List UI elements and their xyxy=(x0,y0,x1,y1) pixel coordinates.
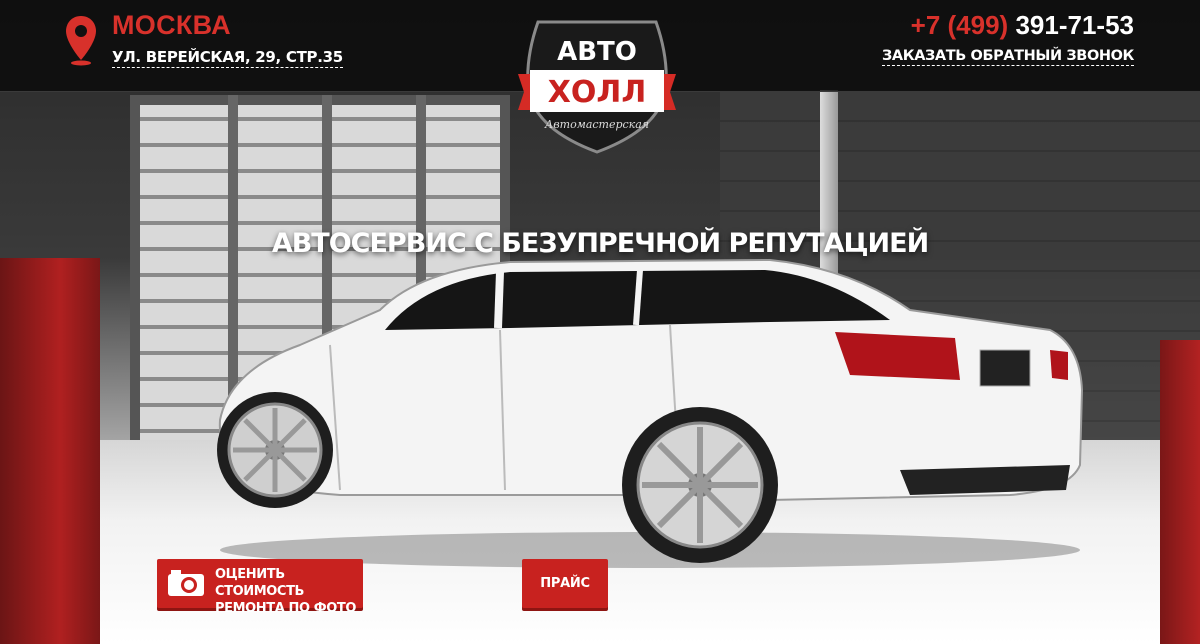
logo-line1: АВТО xyxy=(557,37,637,67)
car-lift-right xyxy=(1160,340,1200,644)
phone-code: +7 (499) xyxy=(910,10,1009,40)
phone-number[interactable]: +7 (499) 391-71-53 xyxy=(911,10,1134,41)
estimate-by-photo-button[interactable]: ОЦЕНИТЬ СТОИМОСТЬ РЕМОНТА ПО ФОТО xyxy=(157,559,363,616)
car-lift-left xyxy=(0,258,100,644)
estimate-line2: РЕМОНТА ПО ФОТО xyxy=(215,601,357,616)
address-link[interactable]: УЛ. ВЕРЕЙСКАЯ, 29, СТР.35 xyxy=(112,48,343,68)
camera-icon xyxy=(168,570,204,596)
car-image xyxy=(217,258,1084,568)
estimate-line1: ОЦЕНИТЬ СТОИМОСТЬ xyxy=(215,567,305,599)
price-button[interactable]: ПРАЙС xyxy=(522,559,608,608)
hero-headline: АВТОСЕРВИС С БЕЗУПРЕЧНОЙ РЕПУТАЦИЕЙ xyxy=(271,228,929,259)
callback-link[interactable]: ЗАКАЗАТЬ ОБРАТНЫЙ ЗВОНОК xyxy=(882,48,1134,66)
logo[interactable]: АВТО ХОЛЛ Автомастерская xyxy=(516,16,678,156)
map-pin-icon xyxy=(66,16,96,66)
logo-tagline: Автомастерская xyxy=(544,118,649,131)
logo-line2: ХОЛЛ xyxy=(548,75,646,110)
city-label: МОСКВА xyxy=(112,10,231,40)
phone-digits: 391-71-53 xyxy=(1015,10,1134,40)
estimate-button-text: ОЦЕНИТЬ СТОИМОСТЬ РЕМОНТА ПО ФОТО xyxy=(215,566,363,617)
